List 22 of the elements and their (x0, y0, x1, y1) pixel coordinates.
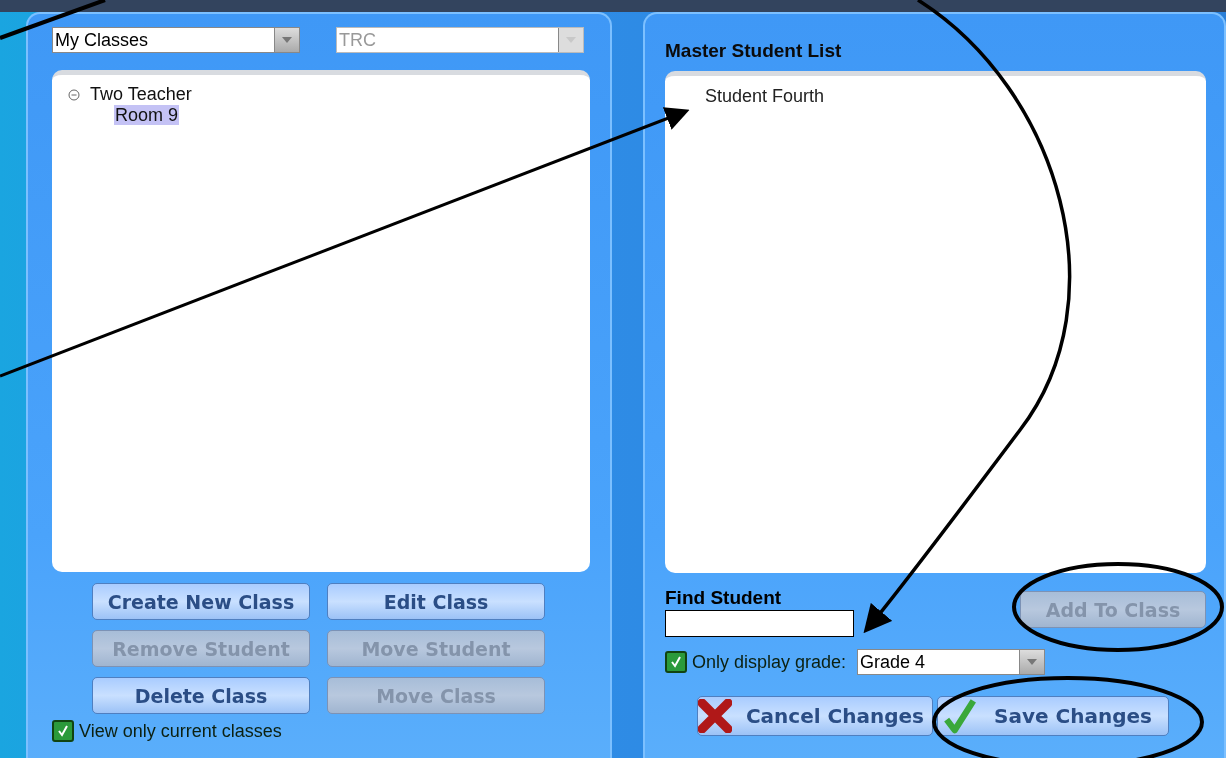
tree-item[interactable]: Room 9 (114, 105, 180, 125)
class-button[interactable]: Delete Class (92, 677, 310, 714)
cancel-button[interactable]: Cancel Changes (697, 696, 933, 736)
checkbox[interactable] (52, 720, 74, 742)
check-icon (669, 655, 683, 669)
collapse-icon[interactable] (68, 88, 80, 101)
save-button[interactable]: Save Changes (937, 696, 1169, 736)
checkbox[interactable] (665, 651, 687, 673)
search-field[interactable] (665, 610, 854, 637)
checkbox-label: Only display grade: (692, 651, 847, 673)
class-dropdown[interactable]: My Classes (52, 27, 300, 53)
student-item[interactable]: Student Fourth (703, 86, 1168, 107)
class-button[interactable]: Edit Class (327, 583, 545, 620)
tree-item[interactable]: Two Teacher (89, 84, 193, 105)
field-label: Find Student (665, 587, 783, 609)
checkbox-label: View only current classes (79, 720, 282, 742)
panel-title: Master Student List (665, 40, 843, 62)
grade-dropdown[interactable]: Grade 4 (857, 649, 1046, 675)
class-button[interactable]: Create New Class (92, 583, 310, 620)
cross-icon (698, 699, 732, 733)
checkmark-icon (944, 698, 976, 734)
check-icon (56, 724, 70, 738)
